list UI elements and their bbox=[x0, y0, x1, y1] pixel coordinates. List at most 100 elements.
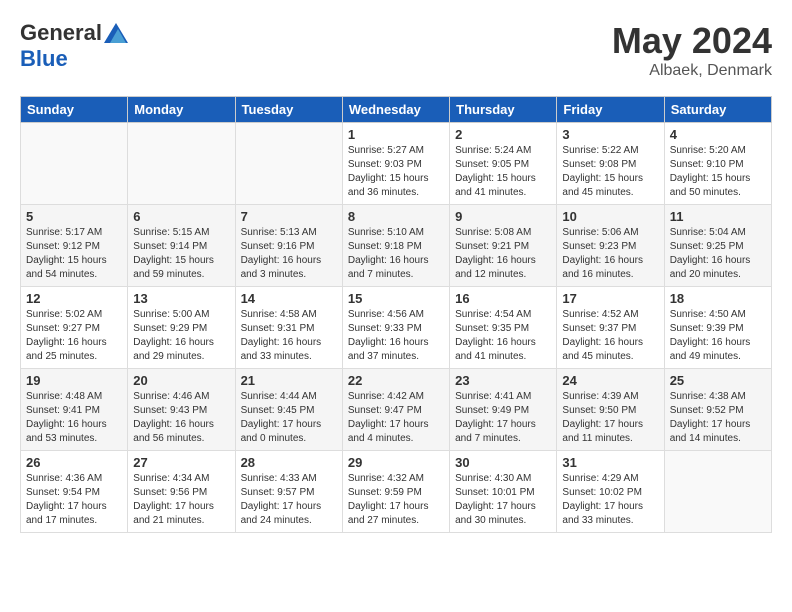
day-number: 3 bbox=[562, 127, 658, 142]
table-row: 22 Sunrise: 4:42 AM Sunset: 9:47 PM Dayli… bbox=[342, 369, 449, 451]
table-row: 3 Sunrise: 5:22 AM Sunset: 9:08 PM Daylig… bbox=[557, 123, 664, 205]
logo-icon bbox=[104, 23, 128, 43]
table-row: 13 Sunrise: 5:00 AM Sunset: 9:29 PM Dayli… bbox=[128, 287, 235, 369]
table-row: 4 Sunrise: 5:20 AM Sunset: 9:10 PM Daylig… bbox=[664, 123, 771, 205]
day-number: 21 bbox=[241, 373, 337, 388]
table-row: 6 Sunrise: 5:15 AM Sunset: 9:14 PM Daylig… bbox=[128, 205, 235, 287]
month-title: May 2024 bbox=[612, 20, 772, 62]
header-saturday: Saturday bbox=[664, 97, 771, 123]
table-row: 24 Sunrise: 4:39 AM Sunset: 9:50 PM Dayli… bbox=[557, 369, 664, 451]
day-number: 29 bbox=[348, 455, 444, 470]
day-number: 25 bbox=[670, 373, 766, 388]
day-info: Sunrise: 5:13 AM Sunset: 9:16 PM Dayligh… bbox=[241, 226, 337, 282]
day-number: 24 bbox=[562, 373, 658, 388]
calendar-week-row: 1 Sunrise: 5:27 AM Sunset: 9:03 PM Daylig… bbox=[21, 123, 772, 205]
day-info: Sunrise: 5:27 AM Sunset: 9:03 PM Dayligh… bbox=[348, 144, 444, 200]
day-number: 6 bbox=[133, 209, 229, 224]
day-number: 7 bbox=[241, 209, 337, 224]
day-number: 20 bbox=[133, 373, 229, 388]
day-number: 26 bbox=[26, 455, 122, 470]
day-number: 28 bbox=[241, 455, 337, 470]
day-number: 23 bbox=[455, 373, 551, 388]
day-number: 16 bbox=[455, 291, 551, 306]
day-number: 31 bbox=[562, 455, 658, 470]
day-number: 8 bbox=[348, 209, 444, 224]
day-info: Sunrise: 4:39 AM Sunset: 9:50 PM Dayligh… bbox=[562, 390, 658, 446]
day-info: Sunrise: 5:20 AM Sunset: 9:10 PM Dayligh… bbox=[670, 144, 766, 200]
day-info: Sunrise: 4:52 AM Sunset: 9:37 PM Dayligh… bbox=[562, 308, 658, 364]
day-number: 1 bbox=[348, 127, 444, 142]
table-row: 29 Sunrise: 4:32 AM Sunset: 9:59 PM Dayli… bbox=[342, 451, 449, 533]
calendar-week-row: 19 Sunrise: 4:48 AM Sunset: 9:41 PM Dayli… bbox=[21, 369, 772, 451]
table-row: 11 Sunrise: 5:04 AM Sunset: 9:25 PM Dayli… bbox=[664, 205, 771, 287]
table-row bbox=[128, 123, 235, 205]
header-sunday: Sunday bbox=[21, 97, 128, 123]
day-number: 4 bbox=[670, 127, 766, 142]
table-row: 9 Sunrise: 5:08 AM Sunset: 9:21 PM Daylig… bbox=[450, 205, 557, 287]
table-row: 7 Sunrise: 5:13 AM Sunset: 9:16 PM Daylig… bbox=[235, 205, 342, 287]
day-info: Sunrise: 5:15 AM Sunset: 9:14 PM Dayligh… bbox=[133, 226, 229, 282]
day-info: Sunrise: 5:08 AM Sunset: 9:21 PM Dayligh… bbox=[455, 226, 551, 282]
table-row: 8 Sunrise: 5:10 AM Sunset: 9:18 PM Daylig… bbox=[342, 205, 449, 287]
day-info: Sunrise: 4:41 AM Sunset: 9:49 PM Dayligh… bbox=[455, 390, 551, 446]
calendar-table: Sunday Monday Tuesday Wednesday Thursday… bbox=[20, 96, 772, 533]
table-row: 12 Sunrise: 5:02 AM Sunset: 9:27 PM Dayli… bbox=[21, 287, 128, 369]
day-info: Sunrise: 5:22 AM Sunset: 9:08 PM Dayligh… bbox=[562, 144, 658, 200]
day-number: 13 bbox=[133, 291, 229, 306]
day-info: Sunrise: 4:42 AM Sunset: 9:47 PM Dayligh… bbox=[348, 390, 444, 446]
day-info: Sunrise: 5:24 AM Sunset: 9:05 PM Dayligh… bbox=[455, 144, 551, 200]
table-row: 14Sunrise: 4:58 AM Sunset: 9:31 PM Dayli… bbox=[235, 287, 342, 369]
calendar-week-row: 26Sunrise: 4:36 AM Sunset: 9:54 PM Dayli… bbox=[21, 451, 772, 533]
day-info: Sunrise: 4:48 AM Sunset: 9:41 PM Dayligh… bbox=[26, 390, 122, 446]
table-row: 16 Sunrise: 4:54 AM Sunset: 9:35 PM Dayli… bbox=[450, 287, 557, 369]
day-info: Sunrise: 4:33 AM Sunset: 9:57 PM Dayligh… bbox=[241, 472, 337, 528]
day-number: 30 bbox=[455, 455, 551, 470]
table-row: 23 Sunrise: 4:41 AM Sunset: 9:49 PM Dayli… bbox=[450, 369, 557, 451]
location-title: Albaek, Denmark bbox=[612, 62, 772, 80]
day-info: Sunrise: 4:50 AM Sunset: 9:39 PM Dayligh… bbox=[670, 308, 766, 364]
table-row bbox=[21, 123, 128, 205]
table-row: 25 Sunrise: 4:38 AM Sunset: 9:52 PM Dayli… bbox=[664, 369, 771, 451]
header-tuesday: Tuesday bbox=[235, 97, 342, 123]
header-thursday: Thursday bbox=[450, 97, 557, 123]
table-row: 2 Sunrise: 5:24 AM Sunset: 9:05 PM Daylig… bbox=[450, 123, 557, 205]
day-number: 9 bbox=[455, 209, 551, 224]
day-number: 12 bbox=[26, 291, 122, 306]
table-row: 17 Sunrise: 4:52 AM Sunset: 9:37 PM Dayli… bbox=[557, 287, 664, 369]
table-row bbox=[235, 123, 342, 205]
logo-blue-text: Blue bbox=[20, 46, 68, 72]
day-number: 5 bbox=[26, 209, 122, 224]
day-number: 27 bbox=[133, 455, 229, 470]
day-number: 22 bbox=[348, 373, 444, 388]
calendar-week-row: 12 Sunrise: 5:02 AM Sunset: 9:27 PM Dayli… bbox=[21, 287, 772, 369]
page-header: General Blue May 2024 Albaek, Denmark bbox=[20, 20, 772, 80]
table-row: 26Sunrise: 4:36 AM Sunset: 9:54 PM Dayli… bbox=[21, 451, 128, 533]
table-row: 31Sunrise: 4:29 AM Sunset: 10:02 PM Dayl… bbox=[557, 451, 664, 533]
day-info: Sunrise: 4:44 AM Sunset: 9:45 PM Dayligh… bbox=[241, 390, 337, 446]
table-row: 21 Sunrise: 4:44 AM Sunset: 9:45 PM Dayli… bbox=[235, 369, 342, 451]
day-info: Sunrise: 5:06 AM Sunset: 9:23 PM Dayligh… bbox=[562, 226, 658, 282]
title-block: May 2024 Albaek, Denmark bbox=[612, 20, 772, 80]
day-number: 10 bbox=[562, 209, 658, 224]
header-friday: Friday bbox=[557, 97, 664, 123]
day-info: Sunrise: 4:30 AM Sunset: 10:01 PM Daylig… bbox=[455, 472, 551, 528]
table-row: 1 Sunrise: 5:27 AM Sunset: 9:03 PM Daylig… bbox=[342, 123, 449, 205]
day-info: Sunrise: 4:32 AM Sunset: 9:59 PM Dayligh… bbox=[348, 472, 444, 528]
day-number: 17 bbox=[562, 291, 658, 306]
table-row: 27Sunrise: 4:34 AM Sunset: 9:56 PM Dayli… bbox=[128, 451, 235, 533]
logo: General Blue bbox=[20, 20, 128, 72]
day-number: 11 bbox=[670, 209, 766, 224]
day-info: Sunrise: 5:00 AM Sunset: 9:29 PM Dayligh… bbox=[133, 308, 229, 364]
header-wednesday: Wednesday bbox=[342, 97, 449, 123]
day-info: Sunrise: 4:46 AM Sunset: 9:43 PM Dayligh… bbox=[133, 390, 229, 446]
day-number: 2 bbox=[455, 127, 551, 142]
day-info: Sunrise: 4:54 AM Sunset: 9:35 PM Dayligh… bbox=[455, 308, 551, 364]
day-info: Sunrise: 5:10 AM Sunset: 9:18 PM Dayligh… bbox=[348, 226, 444, 282]
table-row: 19 Sunrise: 4:48 AM Sunset: 9:41 PM Dayli… bbox=[21, 369, 128, 451]
day-info: Sunrise: 5:04 AM Sunset: 9:25 PM Dayligh… bbox=[670, 226, 766, 282]
day-info: Sunrise: 4:38 AM Sunset: 9:52 PM Dayligh… bbox=[670, 390, 766, 446]
logo-general-text: General bbox=[20, 20, 102, 46]
day-number: 19 bbox=[26, 373, 122, 388]
day-info: Sunrise: 5:02 AM Sunset: 9:27 PM Dayligh… bbox=[26, 308, 122, 364]
table-row: 20 Sunrise: 4:46 AM Sunset: 9:43 PM Dayli… bbox=[128, 369, 235, 451]
